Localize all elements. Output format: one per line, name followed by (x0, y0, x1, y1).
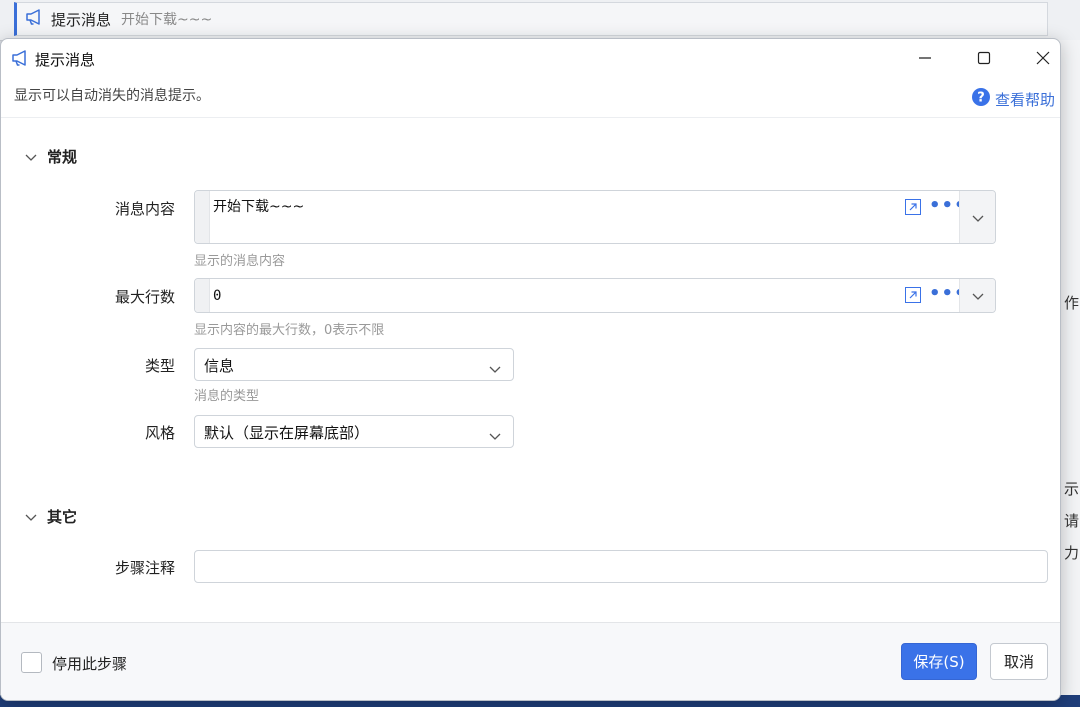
message-label: 消息内容 (114, 200, 175, 218)
style-select[interactable]: 默认（显示在屏幕底部） (194, 415, 514, 448)
chevron-down-icon (489, 359, 501, 378)
max-lines-label: 最大行数 (114, 288, 175, 306)
message-field[interactable]: 开始下载~~~ ••• (194, 190, 996, 244)
save-button[interactable]: 保存(S) (901, 643, 977, 680)
type-label: 类型 (144, 357, 175, 375)
background-step-list: 提示消息 开始下载~~~ (0, 0, 1080, 41)
chevron-down-icon (25, 148, 37, 166)
background-glyph: 力 (1064, 544, 1080, 562)
minimize-button[interactable] (903, 43, 947, 75)
background-step-item[interactable]: 提示消息 开始下载~~~ (14, 2, 1048, 36)
maximize-button[interactable] (962, 43, 1006, 75)
description-bar: 显示可以自动消失的消息提示。 ? 查看帮助 (1, 79, 1060, 118)
background-glyph: 请 (1064, 512, 1080, 530)
style-label: 风格 (144, 424, 175, 442)
section-other-header[interactable]: 其它 (25, 506, 77, 527)
max-lines-value[interactable]: 0 (213, 288, 221, 304)
title-bar: 提示消息 (1, 39, 1060, 79)
expand-editor-icon[interactable] (905, 199, 921, 215)
background-step-subtitle: 开始下载~~~ (121, 12, 213, 28)
dialog-description: 显示可以自动消失的消息提示。 (14, 88, 210, 104)
dialog-footer: 停用此步骤 保存(S) 取消 (1, 622, 1060, 700)
close-icon (1036, 50, 1050, 69)
help-link[interactable]: ? 查看帮助 (971, 87, 1055, 111)
max-lines-dropdown-button[interactable] (959, 279, 995, 312)
message-hint: 显示的消息内容 (194, 254, 286, 269)
cancel-button[interactable]: 取消 (990, 643, 1048, 680)
style-selected-value: 默认（显示在屏幕底部） (204, 424, 370, 442)
field-gutter (195, 191, 210, 243)
field-gutter (195, 279, 210, 312)
chevron-down-icon (972, 208, 984, 227)
background-step-title: 提示消息 (51, 10, 112, 29)
chevron-down-icon (489, 426, 501, 445)
section-other-title: 其它 (47, 508, 78, 526)
section-general-header[interactable]: 常规 (25, 146, 77, 167)
megaphone-icon (11, 49, 31, 71)
expand-editor-icon[interactable] (905, 287, 921, 303)
max-lines-field[interactable]: 0 ••• (194, 278, 996, 313)
chevron-down-icon (25, 508, 37, 526)
type-hint: 消息的类型 (194, 389, 260, 404)
type-select[interactable]: 信息 (194, 348, 514, 381)
section-general-title: 常规 (47, 148, 78, 166)
note-label: 步骤注释 (114, 559, 175, 577)
message-dropdown-button[interactable] (959, 191, 995, 243)
background-glyph: 示 (1064, 480, 1080, 498)
minimize-icon (918, 50, 932, 69)
background-glyph: 作 (1064, 294, 1080, 312)
svg-text:?: ? (977, 91, 985, 106)
maximize-icon (977, 50, 991, 69)
window-title: 提示消息 (35, 51, 96, 69)
type-selected-value: 信息 (204, 357, 235, 375)
megaphone-icon (25, 8, 45, 30)
help-label: 查看帮助 (995, 90, 1056, 109)
message-value[interactable]: 开始下载~~~ (213, 196, 304, 216)
question-circle-icon: ? (971, 87, 991, 111)
chevron-down-icon (972, 286, 984, 305)
disable-step-label[interactable]: 停用此步骤 (52, 653, 127, 674)
close-button[interactable] (1021, 43, 1060, 75)
note-input[interactable] (194, 550, 1048, 583)
disable-step-checkbox[interactable] (21, 652, 42, 673)
max-lines-hint: 显示内容的最大行数，0表示不限 (194, 323, 385, 338)
step-dialog: 提示消息 显示可以自动消失的消息提示。 ? 查看帮助 常规 消息内容 开始下载~… (0, 38, 1061, 701)
